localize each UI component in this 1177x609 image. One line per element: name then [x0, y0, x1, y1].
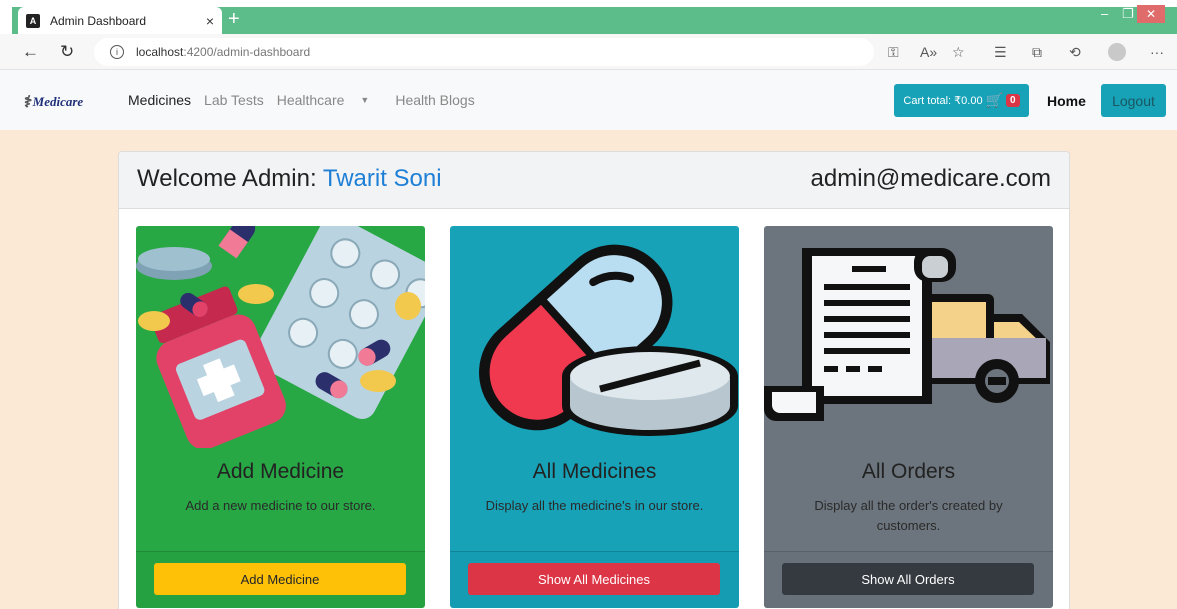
capsule-pill-image — [479, 244, 738, 436]
restore-icon[interactable]: ❐ — [1122, 6, 1134, 22]
admin-email: admin@medicare.com — [810, 165, 1051, 192]
card-title: Add Medicine — [216, 460, 345, 483]
angular-favicon-icon: A — [26, 13, 40, 28]
card-text: Display all the order's created by custo… — [814, 498, 1003, 533]
card-title: All Medicines — [532, 460, 657, 483]
cart-icon: 🛒 — [985, 92, 1004, 108]
show-all-orders-button[interactable]: Show All Orders — [782, 563, 1034, 595]
card-footer: Show All Medicines — [450, 551, 739, 608]
nav-links: Medicines Lab Tests Healthcare ▼ Health B… — [128, 92, 488, 108]
admin-name: Twarit Soni — [322, 165, 442, 192]
url-input[interactable]: i localhost:4200/admin-dashboard — [94, 38, 874, 66]
cart-count-badge: 0 — [1006, 94, 1020, 107]
history-icon[interactable]: ⟲ — [1069, 44, 1081, 60]
card-all-medicines: All Medicines Display all the medicine's… — [450, 226, 739, 608]
medicine-bottle-pills-image — [136, 226, 425, 448]
key-icon[interactable]: ⚿ — [888, 44, 899, 60]
nav-link-lab-tests[interactable]: Lab Tests — [204, 92, 264, 108]
caduceus-icon: ⚕ — [22, 94, 31, 111]
new-tab-button[interactable]: + — [228, 9, 240, 29]
nav-dropdown-healthcare[interactable]: Healthcare ▼ — [277, 92, 383, 108]
brand-logo[interactable]: ⚕ Medicare — [22, 92, 83, 112]
back-icon[interactable]: ← — [22, 42, 39, 62]
card-title: All Orders — [861, 460, 956, 483]
tab-title: Admin Dashboard — [50, 13, 147, 28]
minimize-icon[interactable]: – — [1101, 6, 1108, 21]
site-info-icon[interactable]: i — [110, 45, 124, 59]
browser-tab[interactable]: A Admin Dashboard × — [18, 7, 222, 34]
cart-total-label: Cart total: ₹0.00 — [903, 95, 983, 107]
add-medicine-button[interactable]: Add Medicine — [154, 563, 406, 595]
add-favorite-icon[interactable]: ☆ — [952, 44, 965, 60]
show-all-medicines-button[interactable]: Show All Medicines — [468, 563, 720, 595]
refresh-icon[interactable]: ↻ — [60, 42, 74, 62]
invoice-truck-image — [764, 248, 1050, 421]
cart-button[interactable]: Cart total: ₹0.00 🛒 0 — [894, 84, 1029, 117]
collections-icon[interactable]: ⧉ — [1032, 44, 1042, 60]
app-navbar: ⚕ Medicare Medicines Lab Tests Healthcar… — [0, 70, 1177, 130]
welcome-heading: Welcome Admin: Twarit Soni — [137, 165, 442, 192]
url-text: localhost:4200/admin-dashboard — [136, 45, 311, 59]
card-add-medicine: Add Medicine Add a new medicine to our s… — [136, 226, 425, 608]
admin-dashboard-panel: Welcome Admin: Twarit Soni admin@medicar… — [118, 151, 1070, 609]
card-all-orders: All Orders Display all the order's creat… — [764, 226, 1053, 608]
browser-tab-strip: A Admin Dashboard × + – ❐ ✕ — [0, 0, 1177, 34]
tab-close-icon[interactable]: × — [206, 13, 214, 29]
caret-down-icon: ▼ — [360, 95, 370, 105]
home-link[interactable]: Home — [1047, 93, 1086, 109]
read-aloud-icon[interactable]: A» — [920, 44, 937, 60]
more-menu-icon[interactable]: ··· — [1150, 44, 1164, 60]
profile-avatar[interactable] — [1108, 43, 1126, 61]
close-window-icon[interactable]: ✕ — [1137, 5, 1165, 23]
logout-button[interactable]: Logout — [1101, 84, 1166, 117]
nav-link-medicines[interactable]: Medicines — [128, 92, 191, 108]
nav-link-health-blogs[interactable]: Health Blogs — [395, 92, 474, 108]
card-text: Display all the medicine's in our store. — [485, 498, 704, 513]
address-bar: ← ↻ i localhost:4200/admin-dashboard ⚿ A… — [0, 34, 1177, 70]
card-text: Add a new medicine to our store. — [185, 498, 376, 513]
card-footer: Add Medicine — [136, 551, 425, 608]
card-footer: Show All Orders — [764, 551, 1053, 608]
panel-header: Welcome Admin: Twarit Soni admin@medicar… — [119, 152, 1069, 209]
favorites-icon[interactable]: ☰ — [994, 44, 1007, 60]
